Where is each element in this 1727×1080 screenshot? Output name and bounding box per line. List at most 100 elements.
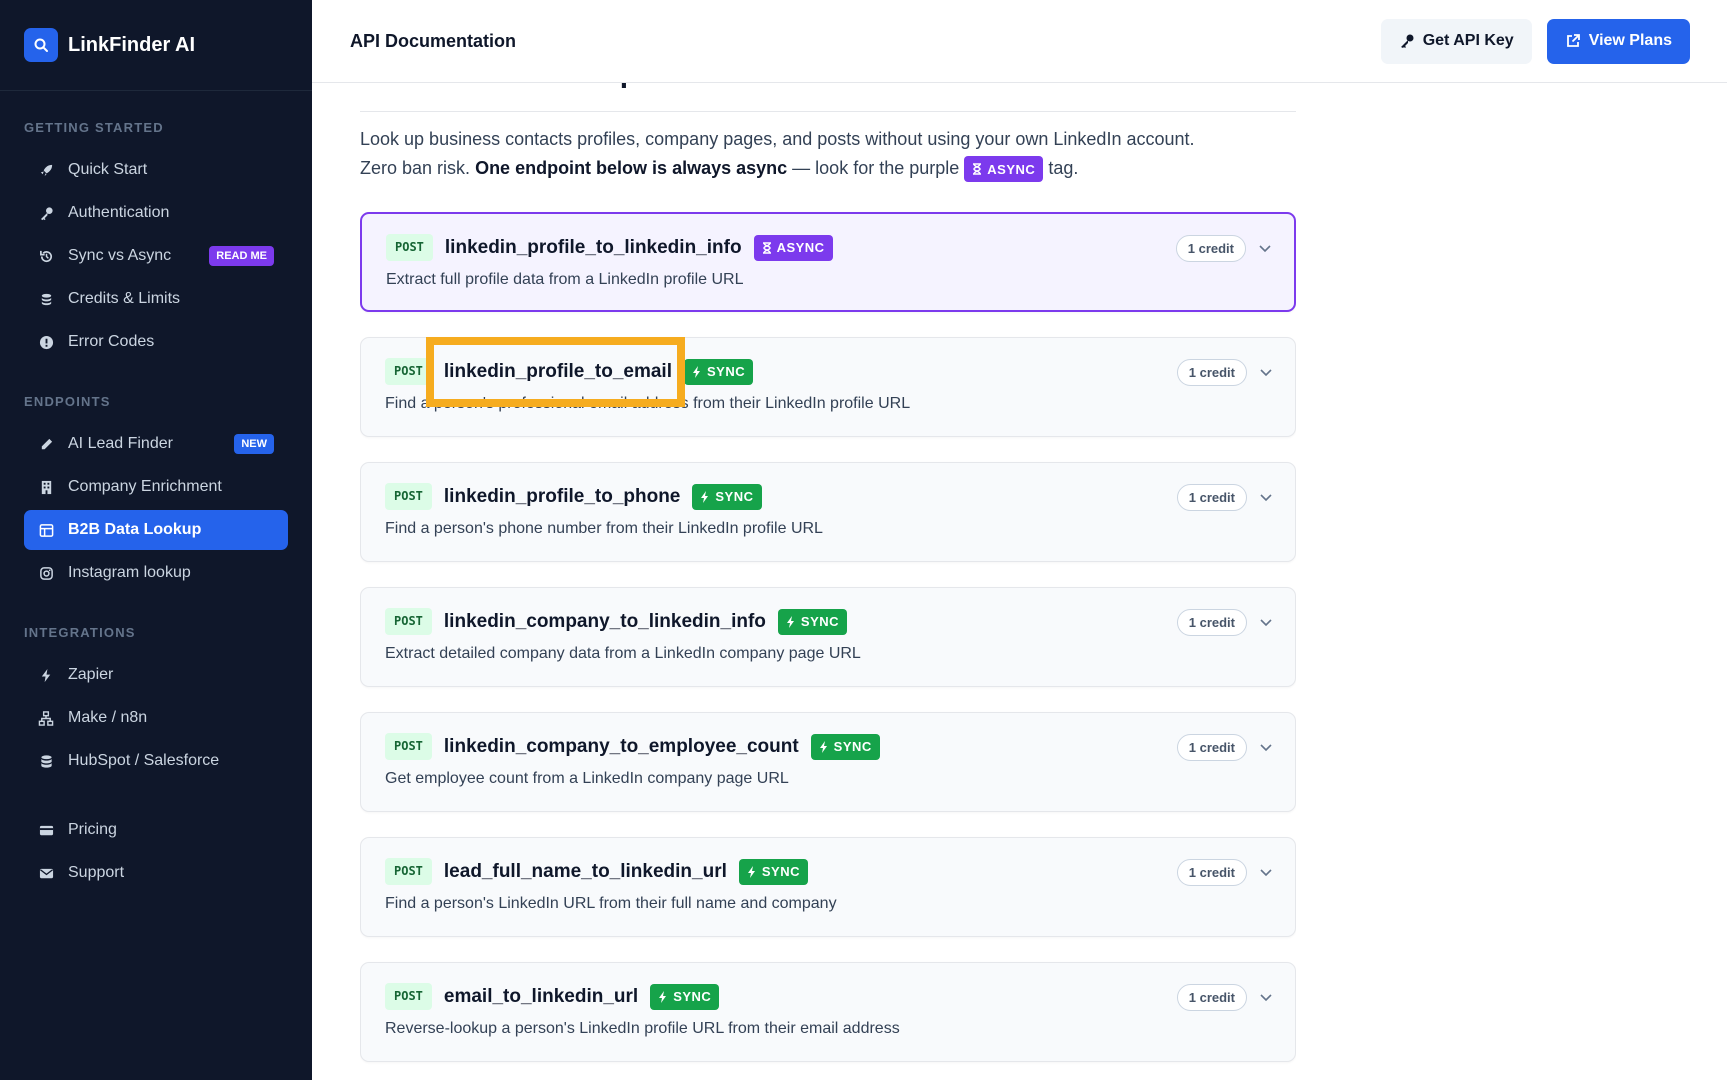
mode-label: SYNC <box>761 864 801 879</box>
endpoint-description: Extract detailed company data from a Lin… <box>385 645 861 662</box>
endpoint-name: linkedin_profile_to_phone <box>443 485 681 507</box>
mode-label: SYNC <box>706 364 746 379</box>
intro-hint: — look for the purple <box>792 158 960 178</box>
sidebar-section-integrations: INTEGRATIONS Zapier Make / n8n HubSpot /… <box>0 623 312 781</box>
endpoint-card[interactable]: POST linkedin_profile_to_email SYNC Find… <box>360 337 1296 437</box>
rocket-icon <box>38 162 54 178</box>
endpoint-card[interactable]: POST email_to_linkedin_url SYNC Reverse-… <box>360 962 1296 1062</box>
sidebar-item-credits-limits[interactable]: Credits & Limits <box>24 279 288 319</box>
endpoint-name: email_to_linkedin_url <box>443 985 639 1007</box>
sync-tag: SYNC <box>738 858 809 885</box>
bolt-icon <box>692 365 702 378</box>
chevron-down-icon[interactable] <box>1259 740 1273 754</box>
method-badge: POST <box>385 733 432 760</box>
sidebar-item-quick-start[interactable]: Quick Start <box>24 150 288 190</box>
method-badge: POST <box>385 983 432 1010</box>
sync-tag: SYNC <box>810 733 880 760</box>
credit-card-icon <box>38 822 54 838</box>
history-icon <box>38 248 54 264</box>
mode-label: SYNC <box>800 614 840 629</box>
endpoint-description: Find a person's professional email addre… <box>385 395 911 412</box>
method-badge: POST <box>385 358 432 385</box>
sidebar-heading: GETTING STARTED <box>24 120 164 135</box>
endpoint-card[interactable]: POST linkedin_profile_to_phone SYNC Find… <box>360 462 1296 562</box>
hourglass-icon <box>762 241 772 254</box>
alert-circle-icon <box>38 334 54 350</box>
get-api-key-button[interactable]: Get API Key <box>1380 18 1532 64</box>
chevron-down-icon[interactable] <box>1259 865 1273 879</box>
bolt-icon <box>747 865 757 878</box>
sidebar-heading: INTEGRATIONS <box>24 625 136 640</box>
hourglass-icon <box>972 163 982 175</box>
bolt-icon <box>38 667 54 683</box>
sidebar-item-error-codes[interactable]: Error Codes <box>24 322 288 362</box>
key-icon <box>38 205 54 221</box>
main-content: B2B Data Lookup Look up business contact… <box>360 0 1296 1080</box>
intro-emphasis: One endpoint below is always async <box>475 158 788 178</box>
sidebar-item-label: Zapier <box>68 666 114 683</box>
sidebar-item-label: Support <box>68 864 125 881</box>
new-badge: NEW <box>234 434 274 454</box>
endpoint-card[interactable]: POST linkedin_profile_to_linkedin_info A… <box>360 212 1296 312</box>
endpoint-description: Find a person's LinkedIn URL from their … <box>385 895 837 912</box>
chevron-down-icon[interactable] <box>1259 615 1273 629</box>
brand[interactable]: LinkFinder AI <box>0 0 312 91</box>
bolt-icon <box>819 740 829 753</box>
sidebar-item-label: HubSpot / Salesforce <box>68 752 220 769</box>
sidebar-heading: ENDPOINTS <box>24 394 111 409</box>
sidebar-item-company-enrichment[interactable]: Company Enrichment <box>24 467 288 507</box>
page-title: API Documentation <box>350 30 517 51</box>
mode-label: SYNC <box>715 489 754 504</box>
async-tag: ASYNC <box>753 234 833 261</box>
sidebar-item-pricing[interactable]: Pricing <box>24 810 288 850</box>
divider <box>360 111 1296 112</box>
instagram-icon <box>38 565 54 581</box>
sidebar-item-hubspot-salesforce[interactable]: HubSpot / Salesforce <box>24 741 288 781</box>
async-tag-label: ASYNC <box>987 161 1036 177</box>
section-intro: Look up business contacts profiles, comp… <box>360 125 1296 183</box>
endpoint-card[interactable]: POST linkedin_company_to_linkedin_info S… <box>360 587 1296 687</box>
search-icon <box>24 28 58 62</box>
sidebar-item-zapier[interactable]: Zapier <box>24 655 288 695</box>
sidebar-section-endpoints: ENDPOINTS AI Lead Finder NEW Company Enr… <box>0 392 312 593</box>
sidebar-section-account: Pricing Support <box>0 810 312 893</box>
bolt-icon <box>658 990 668 1003</box>
view-plans-button[interactable]: View Plans <box>1546 18 1690 64</box>
intro-line-1: Look up business contacts profiles, comp… <box>360 129 1195 149</box>
sidebar-item-make-n8n[interactable]: Make / n8n <box>24 698 288 738</box>
sync-tag: SYNC <box>777 608 848 635</box>
credit-badge: 1 credit <box>1176 484 1247 511</box>
sidebar-item-authentication[interactable]: Authentication <box>24 193 288 233</box>
credit-badge: 1 credit <box>1176 984 1247 1011</box>
credit-badge: 1 credit <box>1176 734 1247 761</box>
mode-label: SYNC <box>673 989 712 1004</box>
sidebar-item-label: Authentication <box>68 204 170 221</box>
coins-icon <box>38 291 54 307</box>
intro-zero-ban: Zero ban risk. <box>360 158 471 178</box>
endpoint-name: linkedin_profile_to_email <box>443 360 672 382</box>
mode-label: ASYNC <box>776 240 825 255</box>
chevron-down-icon[interactable] <box>1259 490 1273 504</box>
envelope-icon <box>38 865 54 881</box>
sidebar-item-label: Sync vs Async <box>68 247 172 264</box>
endpoint-card[interactable]: POST lead_full_name_to_linkedin_url SYNC… <box>360 837 1296 937</box>
sidebar-item-instagram-lookup[interactable]: Instagram lookup <box>24 553 288 593</box>
credit-badge: 1 credit <box>1176 859 1247 886</box>
sync-tag: SYNC <box>650 983 720 1010</box>
chevron-down-icon[interactable] <box>1259 365 1273 379</box>
sidebar-item-label: B2B Data Lookup <box>68 521 202 538</box>
sidebar-item-b2b-data-lookup[interactable]: B2B Data Lookup <box>24 510 288 550</box>
sidebar-item-support[interactable]: Support <box>24 853 288 893</box>
sidebar-item-ai-lead-finder[interactable]: AI Lead Finder NEW <box>24 424 288 464</box>
database-icon <box>38 753 54 769</box>
chevron-down-icon[interactable] <box>1258 241 1272 255</box>
sidebar-item-sync-vs-async[interactable]: Sync vs Async READ ME <box>24 236 288 276</box>
bolt-icon <box>786 615 796 628</box>
method-badge: POST <box>385 608 432 635</box>
method-badge: POST <box>385 483 432 510</box>
endpoint-name: linkedin_company_to_employee_count <box>443 735 799 757</box>
sidebar-item-label: Credits & Limits <box>68 290 181 307</box>
endpoint-card[interactable]: POST linkedin_company_to_employee_count … <box>360 712 1296 812</box>
endpoint-name: linkedin_profile_to_linkedin_info <box>444 236 742 258</box>
chevron-down-icon[interactable] <box>1259 990 1273 1004</box>
